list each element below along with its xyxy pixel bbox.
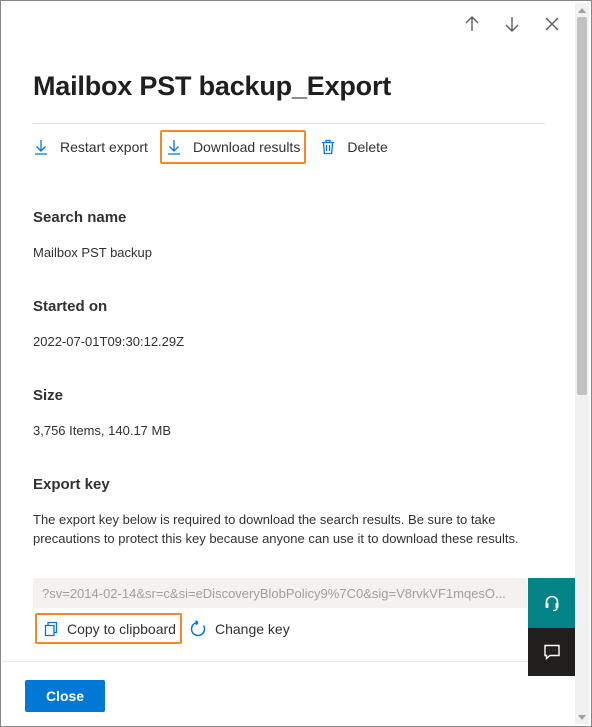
copy-to-clipboard-button[interactable]: Copy to clipboard [35,613,182,644]
size-label: Size [33,387,64,404]
chat-icon [544,644,560,661]
previous-item-button[interactable] [461,13,483,35]
copy-icon [44,621,58,636]
trash-icon [322,139,335,155]
export-key-field[interactable]: ?sv=2014-02-14&sr=c&si=eDiscoveryBlobPol… [33,578,527,608]
scroll-down-arrow[interactable] [575,710,589,724]
next-item-button[interactable] [501,13,523,35]
close-icon [545,17,559,31]
help-button[interactable] [528,578,576,628]
change-key-label: Change key [215,620,290,637]
panel-navigation [461,13,563,35]
scroll-up-arrow[interactable] [575,3,589,17]
download-results-label: Download results [192,139,301,155]
headset-icon [545,595,559,612]
feedback-button[interactable] [528,628,576,676]
export-key-description: The export key below is required to down… [33,512,519,546]
change-key-button[interactable]: Change key [189,613,290,644]
export-key-value: ?sv=2014-02-14&sr=c&si=eDiscoveryBlobPol… [42,585,506,601]
scroll-thumb[interactable] [577,17,587,395]
search-name-label: Search name [33,209,127,226]
title-divider [33,123,545,124]
refresh-icon [190,619,206,636]
search-name-value: Mailbox PST backup [33,245,152,260]
restart-export-label: Restart export [60,139,148,155]
download-icon [35,140,47,155]
footer-divider [2,661,528,662]
download-results-button[interactable]: Download results [159,130,307,164]
size-value: 3,756 Items, 140.17 MB [33,423,172,438]
restart-export-button[interactable]: Restart export [27,131,160,163]
close-panel-button[interactable] [541,13,563,35]
arrow-up-icon [465,16,479,31]
started-on-value: 2022-07-01T09:30:12.29Z [33,334,185,349]
arrow-down-icon [505,17,519,32]
download-icon [167,140,180,155]
copy-to-clipboard-label: Copy to clipboard [67,620,176,637]
export-details-panel: Mailbox PST backup_Export Restart export… [0,0,592,727]
started-on-label: Started on [33,298,108,315]
command-bar: Restart export Download results Delete [33,130,392,164]
delete-label: Delete [347,139,388,155]
close-button[interactable]: Close [25,680,105,712]
vertical-scrollbar[interactable] [575,3,589,724]
delete-button[interactable]: Delete [316,131,391,163]
export-key-label: Export key [33,476,110,493]
panel-title: Mailbox PST backup_Export [33,71,392,101]
